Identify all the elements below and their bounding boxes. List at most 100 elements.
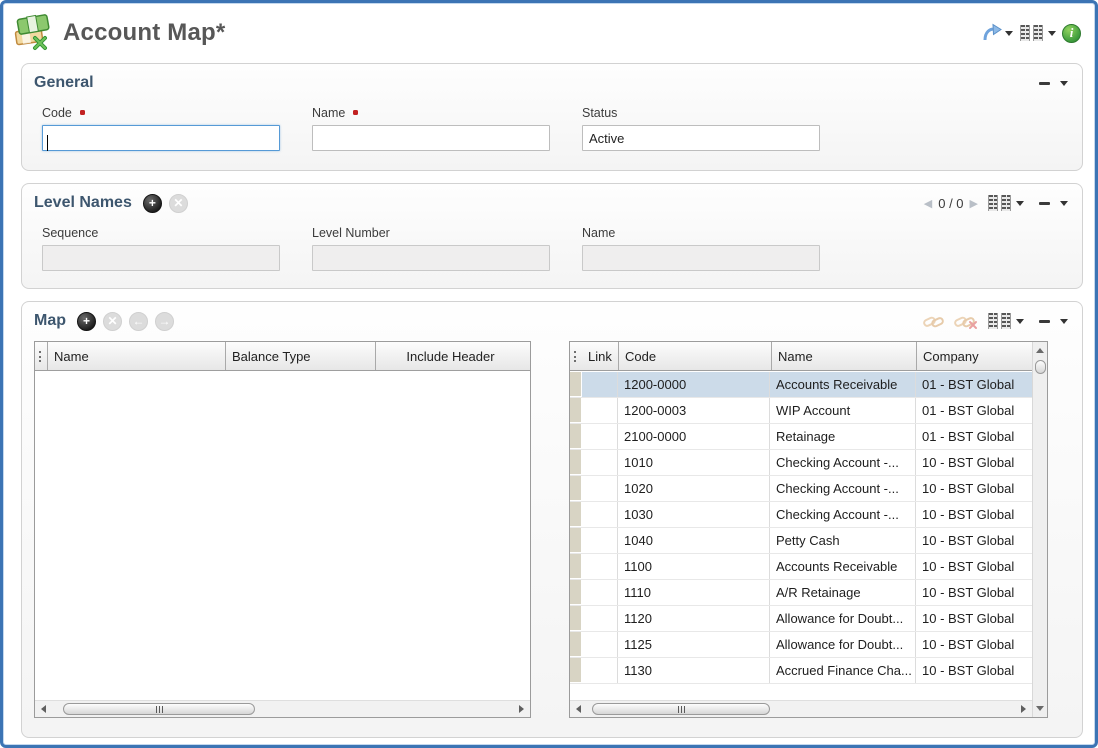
table-row[interactable]: 1200-0000Accounts Receivable01 - BST Glo… [570, 372, 1032, 398]
handle-cell [570, 398, 582, 423]
map-panel: Map + ✕ ← → [21, 301, 1083, 738]
column-header-company[interactable]: Company [916, 342, 1032, 370]
handle-cell [570, 554, 582, 579]
cell-name: A/R Retainage [770, 580, 916, 605]
collapse-icon[interactable] [1039, 202, 1050, 205]
table-row[interactable]: 1110A/R Retainage10 - BST Global [570, 580, 1032, 606]
map-panel-title: Map [34, 312, 66, 330]
cell-company: 10 - BST Global [916, 528, 1032, 553]
scroll-left-icon[interactable] [41, 705, 46, 713]
table-row[interactable]: 1010Checking Account -...10 - BST Global [570, 450, 1032, 476]
scrollbar-thumb[interactable] [592, 703, 770, 715]
chevron-down-icon[interactable] [1005, 31, 1013, 36]
scroll-up-icon[interactable] [1036, 348, 1044, 353]
pager-next-icon[interactable]: ▶ [970, 197, 978, 210]
redirect-arrow-icon[interactable] [981, 23, 1013, 43]
name-input[interactable] [312, 125, 550, 151]
left-grid-body[interactable] [35, 372, 530, 700]
table-row[interactable]: 1120Allowance for Doubt...10 - BST Globa… [570, 606, 1032, 632]
general-panel: General Code Name Status [21, 63, 1083, 171]
pager-prev-icon[interactable]: ◀ [924, 197, 932, 210]
scroll-down-icon[interactable] [1036, 706, 1044, 711]
scroll-right-icon[interactable] [519, 705, 524, 713]
move-right-button[interactable]: → [155, 312, 174, 331]
handle-cell [570, 476, 582, 501]
level-number-field: Level Number [312, 226, 550, 271]
chevron-down-icon[interactable] [1048, 31, 1056, 36]
column-chooser-icon[interactable] [987, 313, 1024, 329]
column-header-name[interactable]: Name [47, 342, 225, 370]
cell-code: 1200-0003 [618, 398, 770, 423]
delete-level-button[interactable]: ✕ [169, 194, 188, 213]
scrollbar-thumb[interactable] [1035, 360, 1046, 374]
cell-name: WIP Account [770, 398, 916, 423]
cell-company: 10 - BST Global [916, 554, 1032, 579]
level-names-panel: Level Names + ✕ ◀ 0 / 0 ▶ [21, 183, 1083, 289]
cell-link [582, 450, 618, 475]
table-row[interactable]: 1100Accounts Receivable10 - BST Global [570, 554, 1032, 580]
column-header-link[interactable]: Link [582, 342, 618, 370]
handle-cell [570, 424, 582, 449]
cell-company: 10 - BST Global [916, 450, 1032, 475]
add-level-button[interactable]: + [143, 194, 162, 213]
cell-code: 2100-0000 [618, 424, 770, 449]
status-input[interactable] [582, 125, 820, 151]
cell-code: 1120 [618, 606, 770, 631]
table-row[interactable]: 1040Petty Cash10 - BST Global [570, 528, 1032, 554]
cell-link [582, 476, 618, 501]
cell-company: 10 - BST Global [916, 632, 1032, 657]
cell-company: 01 - BST Global [916, 398, 1032, 423]
chevron-down-icon[interactable] [1060, 319, 1068, 324]
cell-code: 1030 [618, 502, 770, 527]
column-chooser-icon[interactable] [1019, 25, 1056, 41]
handle-cell [570, 502, 582, 527]
code-label: Code [42, 106, 72, 120]
chevron-down-icon[interactable] [1016, 319, 1024, 324]
column-header-balance-type[interactable]: Balance Type [225, 342, 375, 370]
chevron-down-icon[interactable] [1016, 201, 1024, 206]
right-grid-body[interactable]: 1200-0000Accounts Receivable01 - BST Glo… [570, 372, 1032, 700]
table-row[interactable]: 1200-0003WIP Account01 - BST Global [570, 398, 1032, 424]
info-icon[interactable]: i [1062, 24, 1081, 43]
cell-code: 1010 [618, 450, 770, 475]
map-structure-grid: Name Balance Type Include Header [34, 341, 531, 718]
unlink-icon[interactable] [954, 313, 978, 330]
table-row[interactable]: 1130Accrued Finance Cha...10 - BST Globa… [570, 658, 1032, 684]
column-header-include-header[interactable]: Include Header [375, 342, 525, 370]
cell-code: 1020 [618, 476, 770, 501]
cell-company: 10 - BST Global [916, 658, 1032, 683]
code-input[interactable] [42, 125, 280, 151]
level-number-input [312, 245, 550, 271]
code-field: Code [42, 106, 280, 151]
scroll-left-icon[interactable] [576, 705, 581, 713]
column-chooser-icon[interactable] [987, 195, 1024, 211]
sequence-field: Sequence [42, 226, 280, 271]
table-row[interactable]: 1125Allowance for Doubt...10 - BST Globa… [570, 632, 1032, 658]
chevron-down-icon[interactable] [1060, 201, 1068, 206]
chevron-down-icon[interactable] [1060, 81, 1068, 86]
handle-cell [570, 658, 582, 683]
collapse-icon[interactable] [1039, 320, 1050, 323]
horizontal-scrollbar[interactable] [35, 700, 530, 717]
add-map-button[interactable]: + [77, 312, 96, 331]
sequence-input [42, 245, 280, 271]
link-icon[interactable] [923, 313, 945, 330]
column-header-code[interactable]: Code [618, 342, 771, 370]
cell-code: 1200-0000 [618, 372, 770, 397]
handle-cell [570, 606, 582, 631]
cell-company: 10 - BST Global [916, 502, 1032, 527]
table-row[interactable]: 1020Checking Account -...10 - BST Global [570, 476, 1032, 502]
column-header-name[interactable]: Name [771, 342, 916, 370]
grid-header: Name Balance Type Include Header [35, 342, 530, 371]
collapse-icon[interactable] [1039, 82, 1050, 85]
level-names-panel-title: Level Names [34, 194, 132, 212]
delete-map-button[interactable]: ✕ [103, 312, 122, 331]
sequence-label: Sequence [42, 226, 98, 240]
scrollbar-thumb[interactable] [63, 703, 255, 715]
table-row[interactable]: 2100-0000Retainage01 - BST Global [570, 424, 1032, 450]
scroll-right-icon[interactable] [1021, 705, 1026, 713]
move-left-button[interactable]: ← [129, 312, 148, 331]
horizontal-scrollbar[interactable] [570, 700, 1032, 717]
vertical-scrollbar[interactable] [1032, 342, 1047, 717]
table-row[interactable]: 1030Checking Account -...10 - BST Global [570, 502, 1032, 528]
